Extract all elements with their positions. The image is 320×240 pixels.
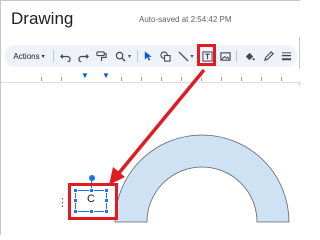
arc-shape[interactable] [1, 1, 301, 236]
drawing-window: Drawing Auto-saved at 2:54:42 PM Actions… [0, 0, 301, 236]
rotate-handle[interactable] [89, 175, 95, 181]
text-box-callout [68, 183, 118, 220]
